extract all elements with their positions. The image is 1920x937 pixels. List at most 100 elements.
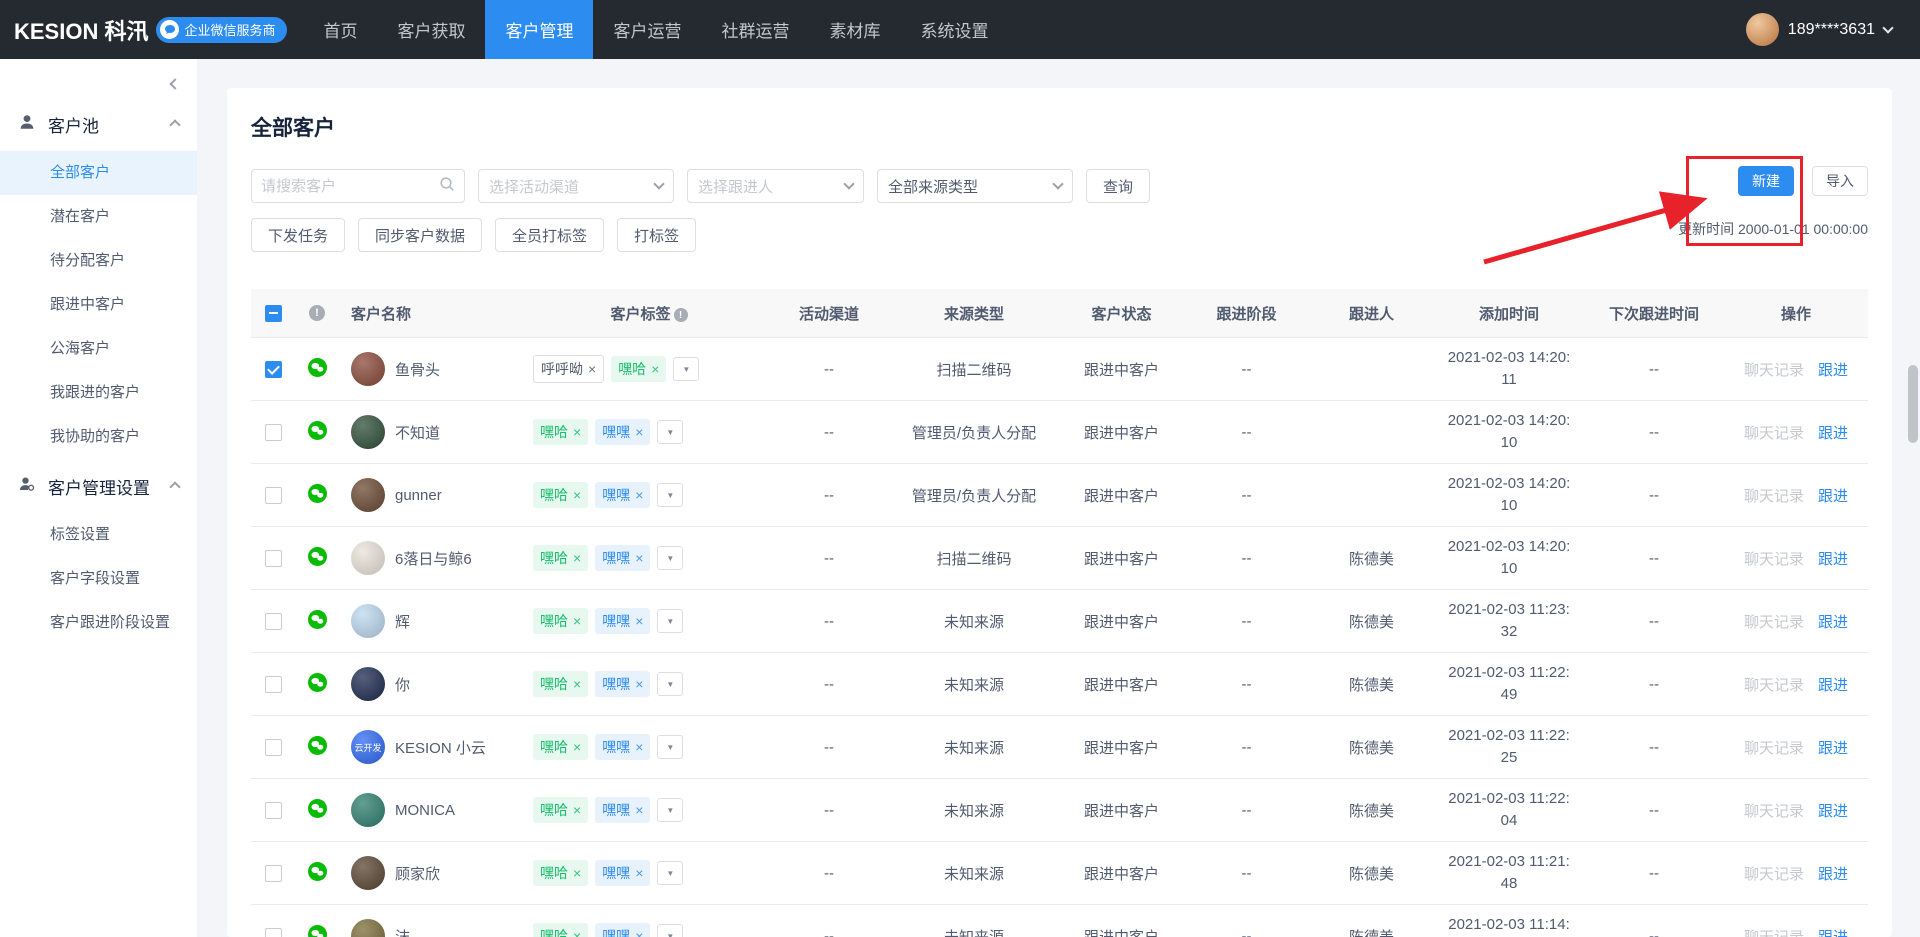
tag-dropdown-button[interactable]: ▼ bbox=[657, 735, 683, 759]
tag-remove-icon[interactable]: × bbox=[651, 361, 659, 377]
activity-channel-select[interactable]: 选择活动渠道 bbox=[478, 169, 674, 203]
customer-tag[interactable]: 嘿哈× bbox=[533, 545, 588, 571]
search-input[interactable] bbox=[261, 178, 439, 195]
tag-dropdown-button[interactable]: ▼ bbox=[673, 357, 699, 381]
customer-name[interactable]: gunner bbox=[395, 487, 442, 504]
row-checkbox[interactable] bbox=[265, 424, 282, 441]
customer-tag[interactable]: 嘿哈× bbox=[533, 482, 588, 508]
customer-name[interactable]: 不知道 bbox=[395, 422, 440, 443]
customer-tag[interactable]: 嘿嘿× bbox=[595, 797, 650, 823]
customer-tag[interactable]: 嘿哈× bbox=[533, 608, 588, 634]
sidebar-item-customer-field-settings[interactable]: 客户字段设置 bbox=[0, 557, 197, 601]
sidebar-section-customer-pool[interactable]: 客户池 bbox=[0, 97, 197, 151]
sidebar-item-following-customers[interactable]: 跟进中客户 bbox=[0, 283, 197, 327]
row-checkbox[interactable] bbox=[265, 928, 282, 937]
tag-dropdown-button[interactable]: ▼ bbox=[657, 861, 683, 885]
chat-record-link[interactable]: 聊天记录 bbox=[1744, 611, 1804, 632]
tag-dropdown-button[interactable]: ▼ bbox=[657, 609, 683, 633]
nav-item-customer-operations[interactable]: 客户运营 bbox=[593, 0, 701, 59]
nav-item-system-settings[interactable]: 系统设置 bbox=[900, 0, 1008, 59]
customer-tag[interactable]: 嘿哈× bbox=[533, 671, 588, 697]
tag-dropdown-button[interactable]: ▼ bbox=[657, 420, 683, 444]
customer-tag[interactable]: 嘿嘿× bbox=[595, 545, 650, 571]
sidebar-item-my-assisted-customers[interactable]: 我协助的客户 bbox=[0, 415, 197, 459]
customer-tag[interactable]: 嘿嘿× bbox=[595, 482, 650, 508]
customer-tag[interactable]: 嘿嘿× bbox=[595, 671, 650, 697]
dispatch-task-button[interactable]: 下发任务 bbox=[251, 218, 345, 252]
tag-remove-icon[interactable]: × bbox=[635, 550, 643, 566]
nav-item-customer-management[interactable]: 客户管理 bbox=[485, 0, 593, 59]
customer-tag[interactable]: 嘿哈× bbox=[533, 734, 588, 760]
source-type-select[interactable]: 全部来源类型 bbox=[877, 169, 1073, 203]
customer-tag[interactable]: 呼呼呦× bbox=[533, 355, 604, 383]
nav-item-community-operations[interactable]: 社群运营 bbox=[701, 0, 809, 59]
customer-tag[interactable]: 嘿嘿× bbox=[595, 860, 650, 886]
follower-select[interactable]: 选择跟进人 bbox=[687, 169, 864, 203]
row-checkbox[interactable] bbox=[265, 613, 282, 630]
row-checkbox[interactable] bbox=[265, 550, 282, 567]
chat-record-link[interactable]: 聊天记录 bbox=[1744, 359, 1804, 380]
tag-dropdown-button[interactable]: ▼ bbox=[657, 798, 683, 822]
follow-link[interactable]: 跟进 bbox=[1818, 548, 1848, 569]
sidebar-item-all-customers[interactable]: 全部客户 bbox=[0, 151, 197, 195]
new-button[interactable]: 新建 bbox=[1738, 166, 1794, 196]
row-checkbox[interactable] bbox=[265, 676, 282, 693]
select-all-checkbox[interactable] bbox=[265, 305, 282, 322]
sync-customer-data-button[interactable]: 同步客户数据 bbox=[358, 218, 482, 252]
tag-remove-icon[interactable]: × bbox=[635, 613, 643, 629]
import-button[interactable]: 导入 bbox=[1812, 166, 1868, 196]
customer-name[interactable]: 你 bbox=[395, 674, 410, 695]
tag-remove-icon[interactable]: × bbox=[635, 424, 643, 440]
customer-tag[interactable]: 嘿哈× bbox=[611, 356, 666, 382]
nav-item-customer-acquisition[interactable]: 客户获取 bbox=[377, 0, 485, 59]
tag-all-members-button[interactable]: 全员打标签 bbox=[495, 218, 604, 252]
tag-remove-icon[interactable]: × bbox=[573, 676, 581, 692]
sidebar-collapse-icon[interactable] bbox=[169, 78, 180, 89]
customer-tag[interactable]: 嘿嘿× bbox=[595, 608, 650, 634]
tag-remove-icon[interactable]: × bbox=[573, 424, 581, 440]
tag-dropdown-button[interactable]: ▼ bbox=[657, 924, 683, 937]
follow-link[interactable]: 跟进 bbox=[1818, 359, 1848, 380]
chat-record-link[interactable]: 聊天记录 bbox=[1744, 422, 1804, 443]
scrollbar-track[interactable] bbox=[1908, 59, 1918, 937]
tag-dropdown-button[interactable]: ▼ bbox=[657, 546, 683, 570]
nav-item-home[interactable]: 首页 bbox=[303, 0, 377, 59]
sidebar-item-my-followed-customers[interactable]: 我跟进的客户 bbox=[0, 371, 197, 415]
tag-remove-icon[interactable]: × bbox=[635, 802, 643, 818]
follow-link[interactable]: 跟进 bbox=[1818, 674, 1848, 695]
sidebar-item-public-sea-customers[interactable]: 公海客户 bbox=[0, 327, 197, 371]
customer-name[interactable]: 6落日与鲸6 bbox=[395, 548, 472, 569]
tag-remove-icon[interactable]: × bbox=[635, 676, 643, 692]
chat-record-link[interactable]: 聊天记录 bbox=[1744, 485, 1804, 506]
tag-remove-icon[interactable]: × bbox=[635, 487, 643, 503]
customer-name[interactable]: 顾家欣 bbox=[395, 863, 440, 884]
customer-tag[interactable]: 嘿嘿× bbox=[595, 734, 650, 760]
customer-tag[interactable]: 嘿哈× bbox=[533, 797, 588, 823]
tag-dropdown-button[interactable]: ▼ bbox=[657, 483, 683, 507]
customer-tag[interactable]: 嘿嘿× bbox=[595, 419, 650, 445]
customer-name[interactable]: KESION 小云 bbox=[395, 737, 486, 758]
customer-tag[interactable]: 嘿哈× bbox=[533, 419, 588, 445]
follow-link[interactable]: 跟进 bbox=[1818, 737, 1848, 758]
tag-dropdown-button[interactable]: ▼ bbox=[657, 672, 683, 696]
tag-remove-icon[interactable]: × bbox=[573, 802, 581, 818]
customer-name[interactable]: 鱼骨头 bbox=[395, 359, 440, 380]
tag-remove-icon[interactable]: × bbox=[573, 865, 581, 881]
customer-name[interactable]: MONICA bbox=[395, 802, 455, 819]
tag-remove-icon[interactable]: × bbox=[573, 928, 581, 937]
tag-remove-icon[interactable]: × bbox=[573, 550, 581, 566]
tag-button[interactable]: 打标签 bbox=[617, 218, 696, 252]
sidebar-item-follow-stage-settings[interactable]: 客户跟进阶段设置 bbox=[0, 601, 197, 645]
chat-record-link[interactable]: 聊天记录 bbox=[1744, 863, 1804, 884]
sidebar-section-customer-settings[interactable]: 客户管理设置 bbox=[0, 459, 197, 513]
chat-record-link[interactable]: 聊天记录 bbox=[1744, 674, 1804, 695]
chat-record-link[interactable]: 聊天记录 bbox=[1744, 548, 1804, 569]
tag-remove-icon[interactable]: × bbox=[573, 487, 581, 503]
query-button[interactable]: 查询 bbox=[1086, 169, 1150, 203]
tag-remove-icon[interactable]: × bbox=[635, 865, 643, 881]
follow-link[interactable]: 跟进 bbox=[1818, 800, 1848, 821]
tag-remove-icon[interactable]: × bbox=[573, 739, 581, 755]
follow-link[interactable]: 跟进 bbox=[1818, 863, 1848, 884]
chat-record-link[interactable]: 聊天记录 bbox=[1744, 800, 1804, 821]
row-checkbox[interactable] bbox=[265, 361, 282, 378]
